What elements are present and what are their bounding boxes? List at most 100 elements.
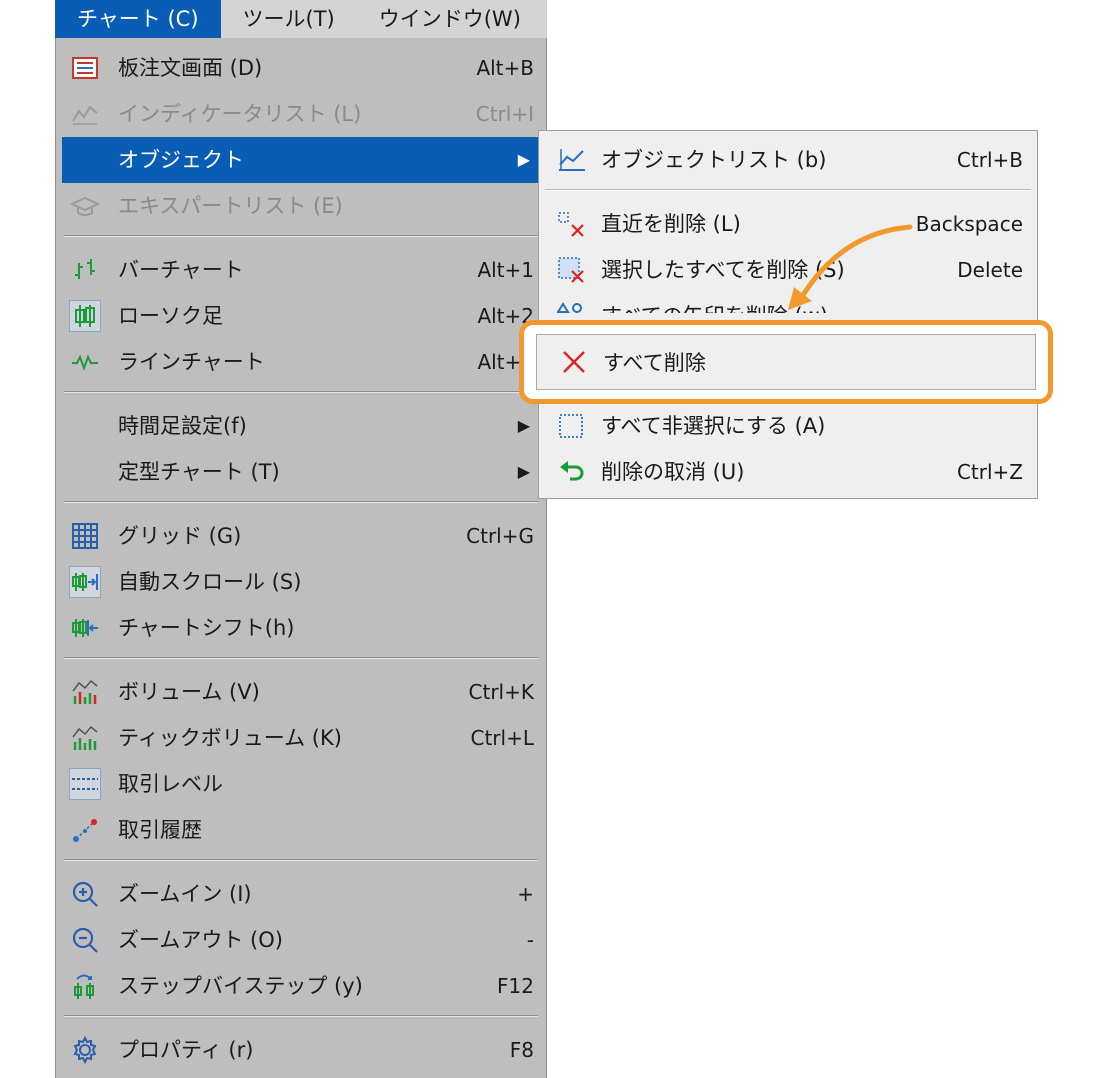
menu-separator (545, 189, 1031, 191)
annotation-arrow-icon (788, 224, 913, 310)
menu-item-shortcut: Delete (957, 258, 1023, 282)
deselect-icon (557, 411, 587, 441)
delete-selected-icon (557, 255, 587, 285)
submenu-arrow-icon: ▶ (517, 416, 530, 435)
menu-separator (64, 391, 538, 393)
menu-separator (64, 235, 538, 237)
menu-separator (64, 657, 538, 659)
menu-item-label: ズームアウト (O) (118, 928, 283, 952)
menu-item-shortcut: - (526, 928, 534, 952)
trade-history-icon (70, 815, 100, 845)
menu-item-tick-volume[interactable]: ティックボリューム (K) Ctrl+L (62, 715, 540, 761)
menu-item-label: エキスパートリスト (E) (118, 194, 343, 218)
menu-item-label: ズームイン (I) (118, 882, 252, 906)
submenu-item-undo-delete[interactable]: 削除の取消 (U) Ctrl+Z (543, 449, 1033, 495)
grid-icon (70, 521, 100, 551)
menu-item-shortcut: Ctrl+G (466, 524, 534, 548)
tick-volume-icon (70, 723, 100, 753)
menu-item-label: すべて非選択にする (A) (601, 414, 826, 438)
menu-item-label: ローソク足 (118, 304, 223, 328)
chart-shift-icon (70, 613, 100, 643)
menu-item-shortcut: Ctrl+I (475, 102, 534, 126)
menu-separator (64, 501, 538, 503)
menu-item-label: 削除の取消 (U) (601, 460, 745, 484)
trade-levels-icon (69, 768, 101, 800)
menu-item-label: ボリューム (V) (118, 680, 260, 704)
object-list-icon (557, 145, 587, 175)
menu-item-trade-history[interactable]: 取引履歴 (62, 807, 540, 853)
submenu-item-deselect-all[interactable]: すべて非選択にする (A) (543, 403, 1033, 449)
menu-item-label: 板注文画面 (D) (118, 56, 263, 80)
menu-item-label: プロパティ (r) (118, 1038, 254, 1062)
delete-last-icon (557, 209, 587, 239)
menu-item-zoom-out[interactable]: ズームアウト (O) - (62, 917, 540, 963)
menu-item-timeframe[interactable]: 時間足設定(f) ▶ (62, 403, 540, 449)
menu-item-indicator-list[interactable]: インディケータリスト (L) Ctrl+I (62, 91, 540, 137)
menu-bar: チャート (C) ツール(T) ウインドウ(W) (55, 0, 547, 38)
menu-item-shortcut: Backspace (915, 212, 1023, 236)
undo-icon (557, 457, 587, 487)
menu-separator (64, 1015, 538, 1017)
menu-item-label: ステップバイステップ (y) (118, 974, 363, 998)
menu-item-properties[interactable]: プロパティ (r) F8 (62, 1027, 540, 1073)
menu-chart[interactable]: チャート (C) (55, 0, 221, 38)
menu-item-step-by-step[interactable]: ステップバイステップ (y) F12 (62, 963, 540, 1009)
menu-item-shortcut: Alt+1 (477, 258, 534, 282)
menu-item-candlestick[interactable]: ローソク足 Alt+2 (62, 293, 540, 339)
menu-item-shortcut: + (517, 882, 534, 906)
menu-item-label: チャートシフト(h) (118, 616, 295, 640)
submenu-arrow-icon: ▶ (517, 462, 530, 481)
menu-item-shortcut: Ctrl+L (470, 726, 535, 750)
menu-item-label: グリッド (G) (118, 524, 242, 548)
menu-item-expert-list[interactable]: エキスパートリスト (E) (62, 183, 540, 229)
menu-item-shortcut: Ctrl+K (468, 680, 534, 704)
highlight-callout: すべて削除 (519, 320, 1053, 404)
menu-item-shortcut: Ctrl+Z (956, 460, 1023, 484)
menu-item-label: ティックボリューム (K) (118, 726, 342, 750)
menu-item-shortcut: F12 (497, 974, 534, 998)
volume-icon (70, 677, 100, 707)
menu-item-objects[interactable]: オブジェクト ▶ (62, 137, 540, 183)
menu-item-zoom-in[interactable]: ズームイン (I) + (62, 871, 540, 917)
candlestick-icon (69, 300, 101, 332)
menu-item-label: 取引レベル (118, 772, 223, 796)
expert-list-icon (70, 191, 100, 221)
menu-item-label: 取引履歴 (118, 818, 202, 842)
menu-item-label: 自動スクロール (S) (118, 570, 302, 594)
submenu-arrow-icon: ▶ (517, 150, 530, 169)
menu-item-label: バーチャート (118, 258, 244, 282)
menu-item-auto-scroll[interactable]: 自動スクロール (S) (62, 559, 540, 605)
menu-item-label: ラインチャート (118, 350, 265, 374)
close-icon (559, 347, 589, 377)
menu-separator (64, 859, 538, 861)
menu-window[interactable]: ウインドウ(W) (357, 0, 543, 38)
menu-item-chart-shift[interactable]: チャートシフト(h) (62, 605, 540, 651)
menu-item-line-chart[interactable]: ラインチャート Alt+3 (62, 339, 540, 385)
menu-item-templates[interactable]: 定型チャート (T) ▶ (62, 449, 540, 495)
menu-tools[interactable]: ツール(T) (221, 0, 357, 38)
menu-item-label: オブジェクト (118, 148, 244, 172)
zoom-out-icon (70, 925, 100, 955)
menu-item-label: 定型チャート (T) (118, 460, 280, 484)
indicator-list-icon (70, 99, 100, 129)
order-board-icon (70, 53, 100, 83)
menu-item-trade-levels[interactable]: 取引レベル (62, 761, 540, 807)
step-by-step-icon (70, 971, 100, 1001)
menu-item-shortcut: Ctrl+B (956, 148, 1023, 172)
menu-item-shortcut: F8 (509, 1038, 534, 1062)
menu-item-volume[interactable]: ボリューム (V) Ctrl+K (62, 669, 540, 715)
chart-menu-dropdown: 板注文画面 (D) Alt+B インディケータリスト (L) Ctrl+I オブ… (55, 38, 547, 1078)
menu-item-grid[interactable]: グリッド (G) Ctrl+G (62, 513, 540, 559)
bar-chart-icon (70, 255, 100, 285)
line-chart-icon (70, 347, 100, 377)
menu-item-bar-chart[interactable]: バーチャート Alt+1 (62, 247, 540, 293)
menu-item-label: インディケータリスト (L) (118, 102, 362, 126)
menu-item-label: 直近を削除 (L) (601, 212, 741, 236)
menu-item-label: すべて削除 (603, 351, 706, 375)
submenu-item-delete-all[interactable]: すべて削除 (536, 334, 1036, 390)
auto-scroll-icon (69, 566, 101, 598)
menu-item-label: 時間足設定(f) (118, 414, 247, 438)
gear-icon (70, 1035, 100, 1065)
submenu-item-object-list[interactable]: オブジェクトリスト (b) Ctrl+B (543, 137, 1033, 183)
menu-item-order-board[interactable]: 板注文画面 (D) Alt+B (62, 45, 540, 91)
